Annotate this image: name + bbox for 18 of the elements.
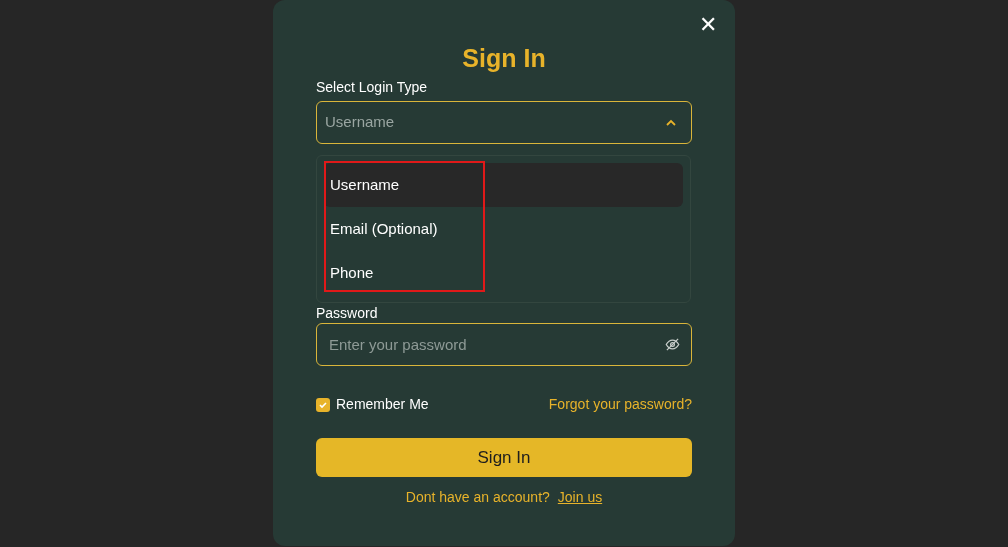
dropdown-option[interactable]: Email (Optional) — [324, 207, 683, 251]
chevron-up-icon — [665, 118, 677, 127]
sign-in-button[interactable]: Sign In — [316, 438, 692, 477]
dropdown-option[interactable]: Username — [324, 163, 683, 207]
dropdown-option[interactable]: Phone — [324, 251, 683, 295]
field-label: Select Login Type — [316, 78, 428, 97]
login-type-select[interactable]: Username — [316, 101, 692, 144]
password-field[interactable]: Enter your password — [316, 323, 692, 366]
join-link[interactable]: Join us — [557, 487, 603, 508]
field-label: Password — [316, 304, 378, 323]
signup-prompt: Dont have an account? — [405, 488, 550, 507]
check-icon — [318, 399, 328, 410]
forgot-password-link[interactable]: Forgot your password? — [548, 394, 692, 415]
checkbox-label: Remember Me — [336, 395, 429, 414]
close-button[interactable]: ✕ — [695, 12, 721, 38]
remember-checkbox[interactable] — [316, 397, 330, 412]
eye-off-icon[interactable] — [665, 337, 680, 352]
dialog-title: Sign In — [462, 43, 546, 73]
